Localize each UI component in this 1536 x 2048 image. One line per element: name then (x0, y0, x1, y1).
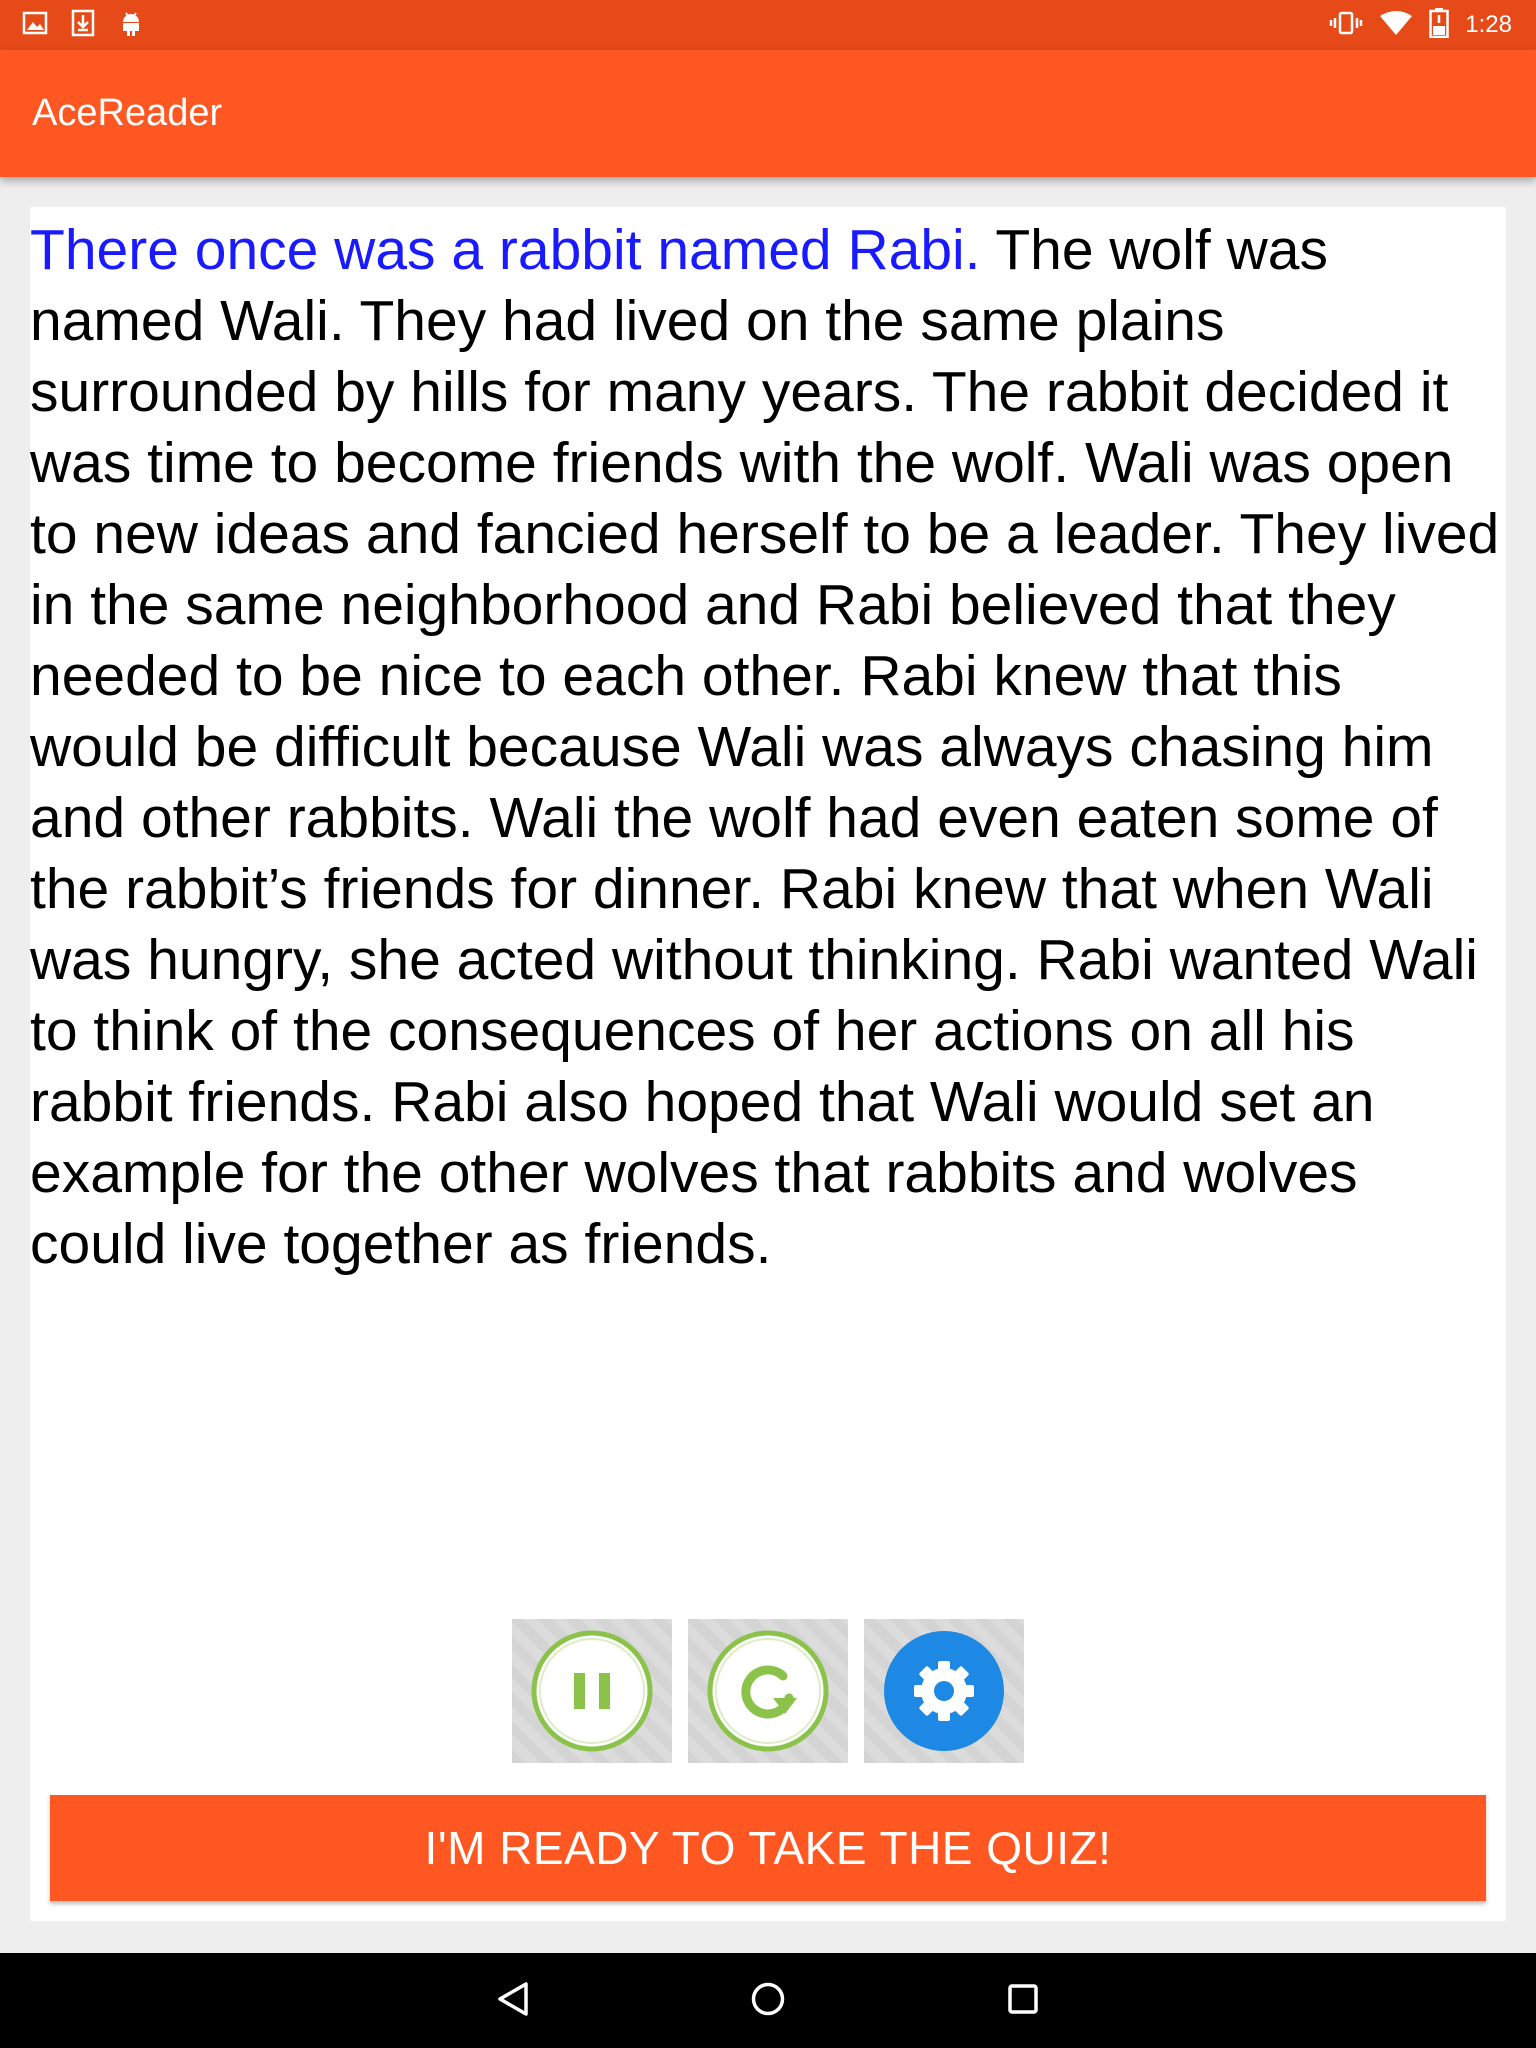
app-bar: AceReader (0, 50, 1536, 177)
home-button[interactable] (708, 1953, 828, 2048)
settings-icon (881, 1628, 1007, 1754)
restart-icon (705, 1628, 831, 1754)
android-icon (118, 9, 144, 41)
recents-icon (1007, 1983, 1039, 2019)
reading-controls (512, 1619, 1024, 1763)
settings-button[interactable] (864, 1619, 1024, 1763)
navigation-bar (0, 1953, 1536, 2048)
status-time: 1:28 (1465, 11, 1512, 38)
vibrate-icon (1329, 10, 1363, 40)
content-card: There once was a rabbit named Rabi. The … (30, 207, 1506, 1921)
take-quiz-button[interactable]: I'M READY TO TAKE THE QUIZ! (50, 1795, 1486, 1901)
passage-text: The wolf was named Wali. They had lived … (30, 218, 1500, 1276)
status-bar: 1:28 (0, 0, 1536, 50)
wifi-icon (1379, 10, 1413, 40)
home-icon (750, 1981, 786, 2021)
download-icon (70, 9, 96, 41)
battery-icon (1429, 8, 1450, 42)
back-button[interactable] (453, 1953, 573, 2048)
recents-button[interactable] (963, 1953, 1083, 2048)
highlighted-sentence: There once was a rabbit named Rabi. (30, 218, 981, 282)
back-icon (496, 1981, 530, 2021)
restart-button[interactable] (688, 1619, 848, 1763)
reading-passage: There once was a rabbit named Rabi. The … (30, 215, 1506, 1280)
pause-button[interactable] (512, 1619, 672, 1763)
image-icon (22, 10, 48, 40)
pause-icon (529, 1628, 655, 1754)
app-title: AceReader (32, 92, 223, 134)
